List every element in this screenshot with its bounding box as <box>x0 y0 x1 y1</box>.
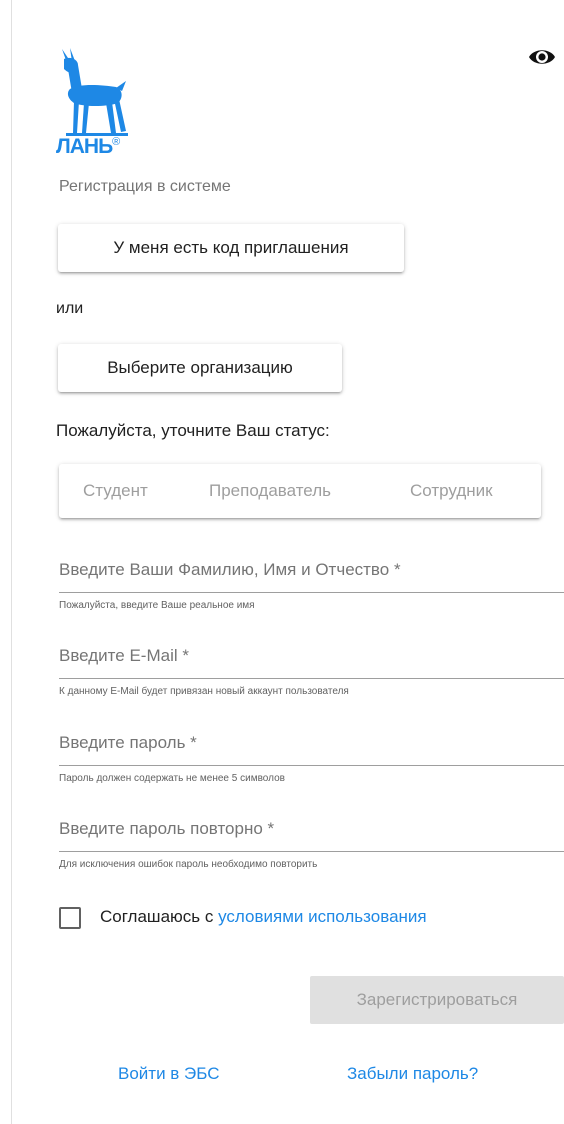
terms-agreement: Соглашаюсь с условиями использования <box>100 907 427 927</box>
fullname-hint: Пожалуйста, введите Ваше реальное имя <box>59 600 255 611</box>
logo-wordmark: ЛАНЬ <box>56 135 113 158</box>
forgot-password-link[interactable]: Забыли пароль? <box>347 1064 478 1084</box>
terms-prefix: Соглашаюсь с <box>100 907 214 926</box>
registration-page: ЛАНЬ® Регистрация в системе У меня есть … <box>0 0 564 1124</box>
eye-icon[interactable] <box>527 44 557 70</box>
lan-logo: ЛАНЬ® <box>56 47 132 161</box>
left-divider <box>11 0 12 1124</box>
password-hint: Пароль должен содержать не менее 5 симво… <box>59 773 285 784</box>
or-separator: или <box>56 300 84 317</box>
page-subtitle: Регистрация в системе <box>59 178 231 195</box>
status-option-staff[interactable]: Сотрудник <box>410 481 493 501</box>
choose-organization-button[interactable]: Выберите организацию <box>58 344 342 392</box>
invite-code-button[interactable]: У меня есть код приглашения <box>58 224 404 272</box>
status-toggle-group: Студент Преподаватель Сотрудник <box>59 464 541 518</box>
password-underline <box>59 765 564 766</box>
email-hint: К данному E-Mail будет привязан новый ак… <box>59 686 349 697</box>
deer-logo-icon <box>62 48 128 136</box>
status-label: Пожалуйста, уточните Ваш статус: <box>56 421 330 440</box>
terms-link[interactable]: условиями использования <box>218 907 427 926</box>
status-option-teacher[interactable]: Преподаватель <box>209 481 331 501</box>
fullname-underline <box>59 592 564 593</box>
terms-checkbox[interactable] <box>59 907 81 929</box>
password-repeat-underline <box>59 851 564 852</box>
login-link[interactable]: Войти в ЭБС <box>118 1064 220 1084</box>
password-repeat-hint: Для исключения ошибок пароль необходимо … <box>59 859 318 870</box>
email-placeholder: Введите E-Mail * <box>59 646 189 665</box>
registered-mark: ® <box>112 136 120 148</box>
email-underline <box>59 678 564 679</box>
password-repeat-placeholder: Введите пароль повторно * <box>59 819 275 838</box>
status-option-student[interactable]: Студент <box>83 481 148 501</box>
password-placeholder: Введите пароль * <box>59 733 197 752</box>
fullname-placeholder: Введите Ваши Фамилию, Имя и Отчество * <box>59 560 401 579</box>
register-button[interactable]: Зарегистрироваться <box>310 976 564 1024</box>
